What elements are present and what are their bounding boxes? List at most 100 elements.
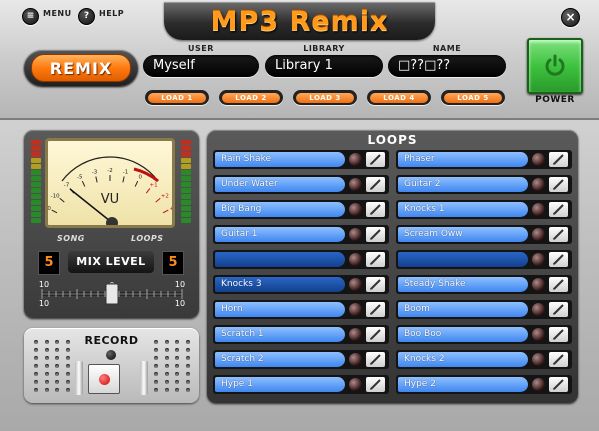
help-button[interactable]: ? HELP: [78, 8, 124, 25]
level-led: [31, 182, 41, 187]
loop-speaker-icon[interactable]: [532, 253, 545, 266]
loop-slot: Rain Shake: [213, 150, 389, 169]
loop-name[interactable]: Knocks 1: [398, 202, 528, 217]
pencil-icon: [370, 354, 381, 365]
name-field[interactable]: □??□??: [388, 55, 506, 77]
pencil-icon: [553, 379, 564, 390]
loop-edit-button[interactable]: [549, 227, 568, 242]
loop-speaker-icon[interactable]: [349, 353, 362, 366]
loop-speaker-icon[interactable]: [532, 303, 545, 316]
loop-edit-button[interactable]: [549, 202, 568, 217]
loop-edit-button[interactable]: [366, 377, 385, 392]
grill-hole: [154, 380, 158, 384]
loop-edit-button[interactable]: [366, 277, 385, 292]
loop-name[interactable]: Scratch 1: [215, 327, 345, 342]
loop-slot: Boo Boo: [396, 325, 572, 344]
loop-name[interactable]: Big Bang: [215, 202, 345, 217]
loop-speaker-icon[interactable]: [532, 278, 545, 291]
loop-name[interactable]: Knocks 2: [398, 352, 528, 367]
loop-speaker-icon[interactable]: [532, 228, 545, 241]
loop-name[interactable]: [215, 252, 345, 267]
loop-speaker-icon[interactable]: [532, 153, 545, 166]
loop-speaker-icon[interactable]: [532, 178, 545, 191]
load-2-button[interactable]: LOAD 2: [219, 90, 283, 105]
pencil-icon: [370, 379, 381, 390]
grill-hole: [175, 380, 179, 384]
loop-speaker-icon[interactable]: [532, 353, 545, 366]
load-5-button[interactable]: LOAD 5: [441, 90, 505, 105]
loop-edit-button[interactable]: [549, 352, 568, 367]
loop-edit-button[interactable]: [366, 202, 385, 217]
close-button[interactable]: ×: [561, 8, 580, 27]
mix-level-slider[interactable]: 10 10 0 10 10: [34, 278, 190, 310]
loop-edit-button[interactable]: [549, 277, 568, 292]
level-led: [31, 158, 41, 163]
loop-name[interactable]: Horn: [215, 302, 345, 317]
loop-name[interactable]: Guitar 1: [215, 227, 345, 242]
loop-edit-button[interactable]: [366, 352, 385, 367]
loop-speaker-icon[interactable]: [349, 153, 362, 166]
menu-button[interactable]: ≡ MENU: [22, 8, 72, 25]
loop-name[interactable]: Under Water: [215, 177, 345, 192]
vu-tick: [145, 188, 151, 194]
loop-name[interactable]: Hype 1: [215, 377, 345, 392]
loop-speaker-icon[interactable]: [532, 378, 545, 391]
loop-name[interactable]: Knocks 3: [215, 277, 345, 292]
loop-slot: [396, 250, 572, 269]
right-level-leds: [181, 140, 191, 226]
user-field[interactable]: Myself: [143, 55, 259, 77]
level-led: [181, 164, 191, 169]
remix-button[interactable]: REMIX: [24, 50, 138, 86]
loop-name[interactable]: Boo Boo: [398, 327, 528, 342]
loop-speaker-icon[interactable]: [349, 328, 362, 341]
loop-speaker-icon[interactable]: [349, 203, 362, 216]
loop-speaker-icon[interactable]: [349, 178, 362, 191]
pencil-icon: [553, 329, 564, 340]
loop-edit-button[interactable]: [549, 302, 568, 317]
record-button[interactable]: [88, 364, 120, 394]
loop-edit-button[interactable]: [549, 252, 568, 267]
loop-name[interactable]: Steady Shake: [398, 277, 528, 292]
loop-slot: Knocks 1: [396, 200, 572, 219]
loop-edit-button[interactable]: [549, 327, 568, 342]
loop-name[interactable]: Scream Oww: [398, 227, 528, 242]
loop-speaker-icon[interactable]: [349, 278, 362, 291]
library-field[interactable]: Library 1: [265, 55, 383, 77]
vu-tick: [95, 176, 98, 183]
loop-speaker-icon[interactable]: [532, 328, 545, 341]
loop-edit-button[interactable]: [549, 152, 568, 167]
load-4-button[interactable]: LOAD 4: [367, 90, 431, 105]
loop-name[interactable]: Guitar 2: [398, 177, 528, 192]
power-button[interactable]: [527, 38, 583, 94]
grill-hole: [65, 364, 70, 368]
loop-edit-button[interactable]: [549, 377, 568, 392]
loop-edit-button[interactable]: [366, 152, 385, 167]
loop-edit-button[interactable]: [366, 227, 385, 242]
loop-slot: Guitar 1: [213, 225, 389, 244]
loop-name[interactable]: Scratch 2: [215, 352, 345, 367]
loop-edit-button[interactable]: [366, 252, 385, 267]
level-led: [31, 188, 41, 193]
loop-speaker-icon[interactable]: [349, 303, 362, 316]
loop-edit-button[interactable]: [366, 177, 385, 192]
loop-name[interactable]: Rain Shake: [215, 152, 345, 167]
level-led: [181, 188, 191, 193]
loop-name[interactable]: Boom: [398, 302, 528, 317]
loop-slot: Under Water: [213, 175, 389, 194]
loop-speaker-icon[interactable]: [532, 203, 545, 216]
loop-name[interactable]: [398, 252, 528, 267]
user-label: USER: [188, 44, 214, 53]
loop-speaker-icon[interactable]: [349, 253, 362, 266]
loop-edit-button[interactable]: [366, 327, 385, 342]
loop-name[interactable]: Phaser: [398, 152, 528, 167]
load-3-button[interactable]: LOAD 3: [293, 90, 357, 105]
load-1-button[interactable]: LOAD 1: [145, 90, 209, 105]
loop-edit-button[interactable]: [549, 177, 568, 192]
loop-name[interactable]: Hype 2: [398, 377, 528, 392]
loop-speaker-icon[interactable]: [349, 228, 362, 241]
loop-speaker-icon[interactable]: [349, 378, 362, 391]
level-led: [181, 176, 191, 181]
loop-edit-button[interactable]: [366, 302, 385, 317]
level-led: [31, 218, 41, 223]
slider-thumb[interactable]: [105, 283, 119, 305]
